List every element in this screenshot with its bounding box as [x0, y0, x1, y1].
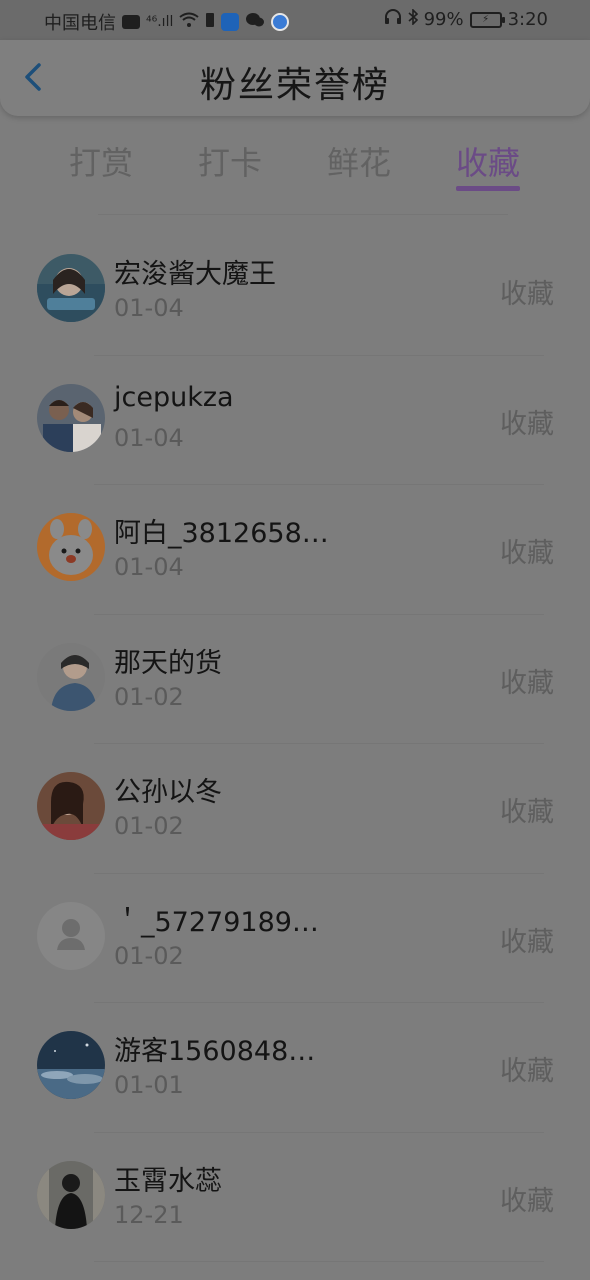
fan-name: jcepukza [114, 381, 234, 413]
fan-name: 公孙以冬 [114, 777, 222, 808]
battery-percent: 99% [423, 9, 464, 30]
header-bar: 粉丝荣誉榜 [0, 40, 590, 116]
avatar [37, 1160, 105, 1229]
favorite-label: 收藏 [500, 279, 554, 310]
fan-name: 游客1560848… [114, 1036, 316, 1067]
wifi-icon [179, 12, 199, 33]
avatar [37, 642, 105, 711]
fan-list: 宏浚酱大魔王 01-04 收藏 jcepukza 01-04 收藏 阿白_381… [0, 226, 590, 1262]
page-title: 粉丝荣誉榜 [199, 65, 390, 106]
tab-checkin[interactable]: 打卡 [180, 138, 280, 198]
status-bar: 中国电信 ⁴⁶.ıll 99% ⚡ 3:20 [0, 0, 590, 40]
tabs-divider [98, 214, 508, 215]
fan-date: 01-04 [114, 423, 184, 452]
favorite-label: 收藏 [500, 408, 554, 440]
list-item[interactable]: jcepukza 01-04 收藏 [0, 356, 590, 485]
favorite-label: 收藏 [500, 538, 554, 569]
favorite-label: 收藏 [500, 1056, 554, 1087]
avatar [37, 513, 105, 581]
sim-icon [205, 12, 215, 33]
favorite-label: 收藏 [500, 1185, 554, 1217]
avatar [37, 383, 105, 452]
carrier-label: 中国电信 [44, 13, 116, 34]
list-item[interactable]: 那天的货 01-02 收藏 [0, 615, 590, 744]
list-item[interactable]: 玉霄水蕊 12-21 收藏 [0, 1133, 590, 1262]
fan-name: 宏浚酱大魔王 [114, 259, 276, 290]
fan-name: 玉霄水蕊 [114, 1165, 222, 1197]
favorite-label: 收藏 [500, 667, 554, 699]
headphones-icon [384, 9, 402, 30]
fan-date: 01-02 [114, 812, 184, 840]
fan-name: 那天的货 [114, 647, 222, 679]
active-tab-indicator [456, 186, 520, 191]
avatar [37, 901, 105, 970]
app-notification-icon [221, 13, 240, 31]
fan-name: ＇_57279189… [114, 906, 319, 938]
tab-flowers[interactable]: 鲜花 [309, 138, 409, 198]
avatar [37, 772, 105, 840]
list-item[interactable]: 阿白_3812658… 01-04 收藏 [0, 485, 590, 615]
fan-name: 阿白_3812658… [114, 518, 329, 549]
list-item[interactable]: 宏浚酱大魔王 01-04 收藏 [0, 226, 590, 356]
fan-date: 01-04 [114, 553, 184, 581]
avatar [37, 254, 105, 322]
signal-icon: ⁴⁶.ıll [146, 14, 174, 30]
divider [94, 1261, 544, 1262]
fan-date: 12-21 [114, 1200, 184, 1229]
favorite-label: 收藏 [500, 926, 554, 958]
battery-icon: ⚡ [469, 11, 505, 28]
fan-date: 01-02 [114, 941, 184, 970]
screen: 中国电信 ⁴⁶.ıll 99% ⚡ 3:20 粉丝荣誉榜 打赏 打卡 鲜花 收藏… [0, 0, 590, 1280]
hd-icon [122, 15, 140, 29]
clock: 3:20 [507, 9, 548, 30]
fan-date: 01-04 [114, 294, 184, 322]
list-item[interactable]: ＇_57279189… 01-02 收藏 [0, 874, 590, 1003]
bluetooth-icon [408, 8, 418, 30]
avatar [37, 1031, 105, 1099]
status-left: 中国电信 ⁴⁶.ıll [44, 9, 290, 35]
browser-notification-icon [271, 13, 290, 31]
favorite-label: 收藏 [500, 797, 554, 828]
status-right: 99% ⚡ 3:20 [384, 8, 548, 30]
fan-date: 01-02 [114, 682, 184, 711]
fan-date: 01-01 [114, 1071, 184, 1099]
wechat-icon [245, 11, 265, 34]
tab-reward[interactable]: 打赏 [51, 138, 151, 198]
list-item[interactable]: 游客1560848… 01-01 收藏 [0, 1003, 590, 1133]
list-item[interactable]: 公孙以冬 01-02 收藏 [0, 744, 590, 874]
